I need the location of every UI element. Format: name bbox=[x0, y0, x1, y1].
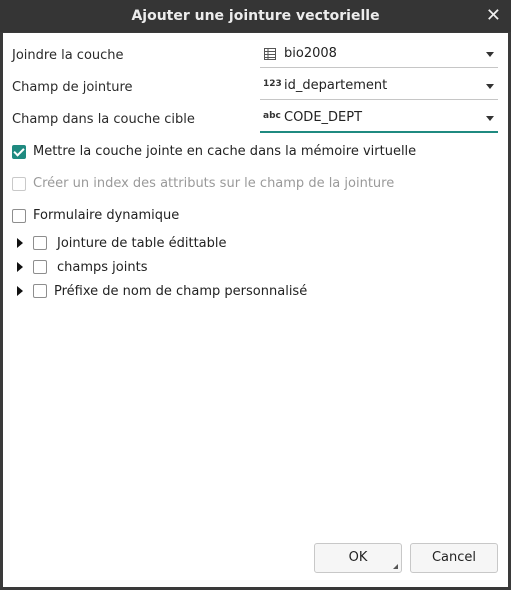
join-layer-value: bio2008 bbox=[284, 46, 337, 61]
join-field-value: id_departement bbox=[284, 78, 388, 93]
joined-fields-label: champs joints bbox=[57, 260, 148, 275]
custom-prefix-checkbox[interactable] bbox=[33, 284, 47, 298]
numeric-field-icon: 123 bbox=[263, 79, 282, 89]
cache-checkbox[interactable] bbox=[12, 145, 26, 159]
dynamic-form-label: Formulaire dynamique bbox=[33, 208, 180, 223]
ok-button[interactable]: OK bbox=[314, 543, 402, 573]
custom-prefix-label: Préfixe de nom de champ personnalisé bbox=[54, 284, 308, 299]
join-field-label: Champ de jointure bbox=[12, 80, 133, 95]
cache-label: Mettre la couche jointe en cache dans la… bbox=[33, 144, 417, 159]
joined-fields-checkbox[interactable] bbox=[33, 260, 47, 274]
close-icon[interactable]: ✕ bbox=[486, 0, 501, 32]
resize-grip-icon bbox=[393, 564, 398, 569]
join-field-combobox[interactable]: 123 id_departement bbox=[260, 75, 498, 100]
expand-arrow-icon[interactable] bbox=[17, 262, 23, 272]
title-bar: Ajouter une jointure vectorielle ✕ bbox=[0, 0, 511, 32]
editable-join-label: Jointure de table édittable bbox=[57, 236, 227, 251]
layer-table-icon bbox=[263, 47, 279, 63]
target-field-value: CODE_DEPT bbox=[284, 110, 363, 125]
dynamic-form-checkbox[interactable] bbox=[12, 209, 26, 223]
target-field-combobox[interactable]: abc CODE_DEPT bbox=[260, 107, 498, 133]
join-layer-combobox[interactable]: bio2008 bbox=[260, 43, 498, 68]
dialog-window: Ajouter une jointure vectorielle ✕ Joind… bbox=[0, 0, 511, 590]
text-field-icon: abc bbox=[263, 111, 281, 121]
chevron-down-icon bbox=[486, 84, 494, 89]
chevron-down-icon bbox=[486, 52, 494, 57]
chevron-down-icon bbox=[486, 116, 494, 121]
index-checkbox[interactable] bbox=[12, 177, 26, 191]
index-label: Créer un index des attributs sur le cham… bbox=[33, 176, 395, 191]
target-field-label: Champ dans la couche cible bbox=[12, 112, 195, 127]
dialog-body: Joindre la couche bio2008 Champ de joint… bbox=[3, 33, 508, 587]
expand-arrow-icon[interactable] bbox=[17, 286, 23, 296]
ok-button-label: OK bbox=[348, 550, 368, 565]
cancel-button[interactable]: Cancel bbox=[410, 543, 498, 573]
editable-join-checkbox[interactable] bbox=[33, 236, 47, 250]
cancel-button-label: Cancel bbox=[431, 550, 477, 565]
expand-arrow-icon[interactable] bbox=[17, 238, 23, 248]
join-layer-label: Joindre la couche bbox=[12, 48, 124, 63]
dialog-title: Ajouter une jointure vectorielle bbox=[131, 8, 380, 24]
